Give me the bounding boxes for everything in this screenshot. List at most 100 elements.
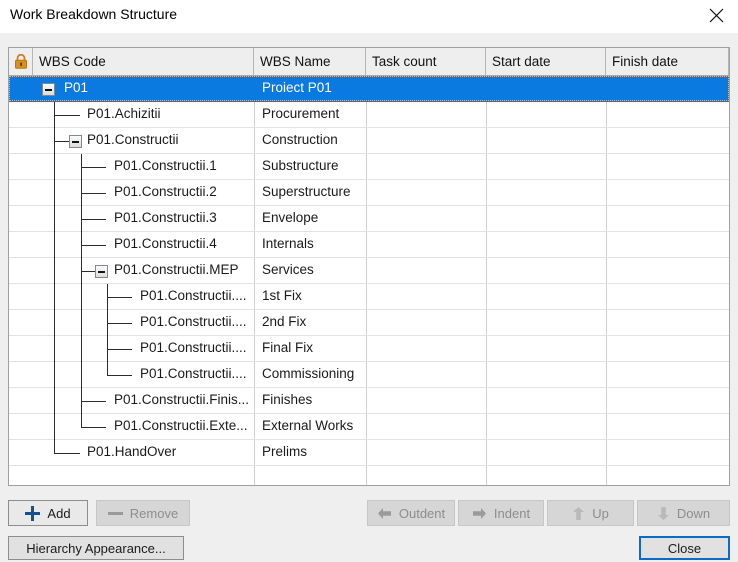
cell-wbs-name: Finishes — [262, 392, 313, 407]
move-down-button[interactable]: Down — [637, 500, 730, 526]
table-row[interactable]: P01 Proiect P01 — [9, 76, 729, 102]
grid-header-row: WBS Code WBS Name Task count Start date Fini… — [9, 48, 729, 76]
tree-guide-line — [81, 154, 82, 427]
cell-wbs-name: External Works — [262, 418, 354, 433]
cell-wbs-code: P01.Constructii.... — [140, 288, 247, 303]
column-header-task_count[interactable]: Task count — [366, 48, 486, 75]
tree-expander-icon[interactable] — [42, 83, 55, 96]
close-icon[interactable] — [694, 0, 738, 30]
cell-wbs-code: P01.Constructii — [87, 132, 179, 147]
column-header-wbs_name[interactable]: WBS Name — [254, 48, 366, 75]
wbs-grid[interactable]: WBS Code WBS Name Task count Start date Fini… — [8, 47, 730, 486]
table-row[interactable]: P01.Constructii.1 Substructure — [9, 154, 729, 180]
cell-wbs-code: P01.Constructii.1 — [114, 158, 217, 173]
window-title: Work Breakdown Structure — [10, 6, 178, 22]
tree-guide-line — [54, 453, 80, 454]
tree-guide-line — [54, 141, 69, 142]
table-row[interactable]: P01.Constructii.Exte... External Works — [9, 414, 729, 440]
cell-wbs-code: P01.Constructii.Finis... — [114, 392, 250, 407]
move-up-button-label: Up — [592, 505, 609, 521]
table-row[interactable]: P01.Constructii.Finis... Finishes — [9, 388, 729, 414]
grid-rows[interactable]: P01 Proiect P01 P01.Achizitii Procurement P0… — [9, 76, 729, 485]
lock-icon — [9, 48, 33, 75]
column-header-wbs_code[interactable]: WBS Code — [33, 48, 254, 75]
cell-wbs-name: Services — [262, 262, 314, 277]
cell-wbs-name: Substructure — [262, 158, 339, 173]
arrow-up-icon — [572, 506, 585, 521]
close-button[interactable]: Close — [639, 536, 730, 560]
plus-icon — [25, 505, 41, 521]
tree-expander-icon[interactable] — [95, 265, 108, 278]
column-header-label: WBS Name — [260, 54, 331, 69]
cell-wbs-code: P01.Constructii.... — [140, 366, 247, 381]
arrow-right-icon — [472, 507, 487, 520]
cell-wbs-code: P01.Achizitii — [87, 106, 161, 121]
tree-guide-line — [107, 375, 132, 376]
hierarchy-appearance-label: Hierarchy Appearance... — [26, 540, 166, 556]
table-row[interactable]: P01.Constructii Construction — [9, 128, 729, 154]
outdent-button-label: Outdent — [398, 505, 446, 521]
cell-wbs-name: Procurement — [262, 106, 340, 121]
cell-wbs-code: P01.Constructii.2 — [114, 184, 217, 199]
remove-button[interactable]: Remove — [96, 500, 190, 526]
tree-guide-line — [81, 401, 106, 402]
move-down-button-label: Down — [676, 505, 711, 521]
add-button[interactable]: Add — [8, 500, 88, 526]
tree-guide-line — [107, 323, 132, 324]
row-focus-outline — [9, 76, 729, 101]
window-titlebar: Work Breakdown Structure — [0, 0, 738, 33]
tree-guide-line — [81, 193, 106, 194]
tree-guide-line — [81, 271, 95, 272]
indent-button-label: Indent — [493, 505, 531, 521]
column-header-label: Start date — [492, 54, 551, 69]
table-row[interactable]: P01.HandOver Prelims — [9, 440, 729, 466]
table-row[interactable]: P01.Achizitii Procurement — [9, 102, 729, 128]
table-row[interactable]: P01.Constructii.3 Envelope — [9, 206, 729, 232]
cell-wbs-code: P01.Constructii.... — [140, 314, 247, 329]
arrow-down-icon — [657, 506, 670, 521]
cell-wbs-name: Commissioning — [262, 366, 355, 381]
cell-wbs-name: 1st Fix — [262, 288, 302, 303]
column-header-label: Task count — [372, 54, 437, 69]
tree-guide-line — [81, 427, 106, 428]
cell-wbs-name: Final Fix — [262, 340, 314, 355]
move-up-button[interactable]: Up — [547, 500, 634, 526]
table-row[interactable]: P01.Constructii.4 Internals — [9, 232, 729, 258]
table-row[interactable]: P01.Constructii.2 Superstructure — [9, 180, 729, 206]
column-header-label: Finish date — [612, 54, 679, 69]
column-header-label: WBS Code — [39, 54, 106, 69]
column-header-finish_date[interactable]: Finish date — [606, 48, 729, 75]
remove-button-label: Remove — [129, 505, 179, 521]
minus-icon — [107, 511, 123, 515]
cell-wbs-code: P01.HandOver — [87, 444, 177, 459]
tree-guide-line — [54, 102, 55, 453]
tree-guide-line — [54, 115, 80, 116]
tree-guide-line — [81, 167, 106, 168]
table-row[interactable]: P01.Constructii.MEP Services — [9, 258, 729, 284]
cell-wbs-code: P01.Constructii.Exte... — [114, 418, 248, 433]
outdent-button[interactable]: Outdent — [367, 500, 455, 526]
close-button-label: Close — [667, 540, 702, 556]
cell-wbs-code: P01.Constructii.... — [140, 340, 247, 355]
tree-expander-icon[interactable] — [69, 135, 82, 148]
cell-wbs-name: Construction — [262, 132, 338, 147]
cell-wbs-name: Superstructure — [262, 184, 351, 199]
arrow-left-icon — [377, 507, 392, 520]
tree-guide-line — [107, 349, 132, 350]
cell-wbs-name: 2nd Fix — [262, 314, 307, 329]
tree-guide-line — [81, 245, 106, 246]
cell-wbs-code: P01.Constructii.4 — [114, 236, 217, 251]
indent-button[interactable]: Indent — [458, 500, 544, 526]
table-row-empty[interactable] — [9, 466, 729, 485]
cell-wbs-code: P01 — [64, 80, 89, 95]
cell-wbs-name: Internals — [262, 236, 314, 251]
cell-wbs-code: P01.Constructii.3 — [114, 210, 217, 225]
add-button-label: Add — [47, 505, 71, 521]
cell-wbs-name: Proiect P01 — [262, 80, 332, 95]
tree-guide-line — [107, 297, 132, 298]
tree-guide-line — [81, 219, 106, 220]
cell-wbs-name: Envelope — [262, 210, 319, 225]
column-header-start_date[interactable]: Start date — [486, 48, 606, 75]
hierarchy-appearance-button[interactable]: Hierarchy Appearance... — [8, 536, 184, 560]
cell-wbs-code: P01.Constructii.MEP — [114, 262, 239, 277]
